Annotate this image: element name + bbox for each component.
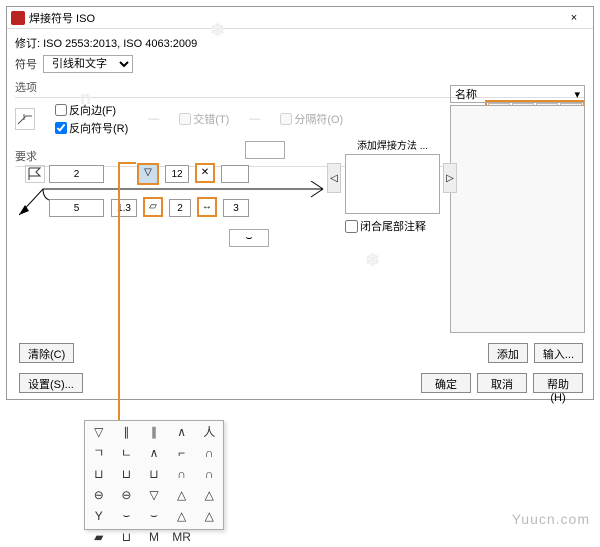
spacer-checkbox: 分隔符(O) <box>280 111 343 127</box>
palette-cell[interactable]: ⊔ <box>113 463 141 484</box>
option-preview-icon <box>15 108 35 130</box>
name-panel: 名称 ▾ <box>450 85 585 335</box>
name-list[interactable] <box>450 105 585 333</box>
weld-symbol-palette: ▽∥∥∧人ㄱㄴ∧⌐∩⊔⊔⊔∩∩⊖⊖▽△△Y⌣⌣△△▰⊔MMR <box>84 420 224 530</box>
add-button[interactable]: 添加 <box>488 343 528 363</box>
ok-button[interactable]: 确定 <box>421 373 471 393</box>
palette-cell[interactable]: MR <box>168 526 196 547</box>
bot-finish-symbol[interactable]: ↔ <box>197 197 217 217</box>
palette-cell[interactable]: ㄱ <box>85 442 113 463</box>
titlebar: 焊接符号 ISO × <box>7 7 593 29</box>
flip-edge-checkbox[interactable]: 反向边(F) <box>55 102 128 118</box>
palette-cell[interactable]: △ <box>195 484 223 505</box>
help-button[interactable]: 帮助(H) <box>533 373 583 393</box>
symbol-label: 符号 <box>15 56 43 72</box>
bot-contour-select[interactable]: ⌣ <box>229 229 269 247</box>
palette-cell[interactable]: Y <box>85 505 113 526</box>
window-title: 焊接符号 ISO <box>29 10 559 26</box>
clear-button[interactable]: 清除(C) <box>19 343 74 363</box>
bot-mid3-input[interactable] <box>223 199 249 217</box>
palette-cell[interactable]: ▽ <box>85 421 113 442</box>
palette-cell[interactable]: ▰ <box>85 526 113 547</box>
requirements-area: ▽ ✕ ▱ ↔ ⌣ 添加焊接方法 ... 闭合尾部注释 ◁ ▷ <box>15 137 445 297</box>
palette-cell[interactable]: ⌐ <box>168 442 196 463</box>
palette-cell[interactable]: ⊔ <box>113 526 141 547</box>
palette-cell[interactable]: ⊖ <box>113 484 141 505</box>
callout-connector <box>118 162 120 422</box>
palette-cell[interactable]: ⊔ <box>85 463 113 484</box>
palette-cell[interactable]: 人 <box>195 421 223 442</box>
watermark-mark: ❄ <box>210 20 225 41</box>
palette-cell[interactable]: ㄴ <box>113 442 141 463</box>
chevron-down-icon: ▾ <box>574 88 580 101</box>
settings-button[interactable]: 设置(S)... <box>19 373 83 393</box>
symbol-select[interactable]: 引线和文字 <box>43 55 133 73</box>
palette-cell[interactable]: △ <box>195 505 223 526</box>
site-watermark: Yuucn.com <box>512 511 590 527</box>
palette-cell[interactable]: ∩ <box>168 463 196 484</box>
palette-cell[interactable]: △ <box>168 505 196 526</box>
palette-cell[interactable]: ⌣ <box>140 505 168 526</box>
palette-cell[interactable]: ∩ <box>195 442 223 463</box>
name-header[interactable]: 名称 ▾ <box>450 85 585 103</box>
palette-cell[interactable]: △ <box>168 484 196 505</box>
closed-tail-checkbox[interactable]: 闭合尾部注释 <box>345 218 440 234</box>
method-next-arrow[interactable]: ▷ <box>443 163 457 193</box>
method-title: 添加焊接方法 ... <box>345 137 440 152</box>
palette-cell[interactable]: ⊖ <box>85 484 113 505</box>
palette-cell[interactable]: ∧ <box>140 442 168 463</box>
flip-symbol-checkbox[interactable]: 反向符号(R) <box>55 120 128 136</box>
palette-cell[interactable]: ∥ <box>140 421 168 442</box>
revision-label: 修订: ISO 2553:2013, ISO 4063:2009 <box>15 35 585 51</box>
palette-cell[interactable]: ∥ <box>113 421 141 442</box>
callout-connector-h <box>118 162 136 164</box>
palette-cell[interactable]: ▽ <box>140 484 168 505</box>
weld-symbol-dialog: 焊接符号 ISO × 修订: ISO 2553:2013, ISO 4063:2… <box>6 6 594 400</box>
watermark-mark: n <box>80 88 91 109</box>
top-finish-symbol[interactable]: ✕ <box>195 163 215 183</box>
bot-left-input[interactable] <box>49 199 104 217</box>
palette-cell[interactable] <box>195 526 223 547</box>
method-list[interactable] <box>345 154 440 214</box>
app-icon <box>11 11 25 25</box>
palette-cell[interactable]: ∧ <box>168 421 196 442</box>
method-prev-arrow[interactable]: ◁ <box>327 163 341 193</box>
bot-mid2-input[interactable] <box>169 199 191 217</box>
weld-method-panel: 添加焊接方法 ... 闭合尾部注释 <box>345 137 440 234</box>
palette-cell[interactable]: ⌣ <box>113 505 141 526</box>
cancel-button[interactable]: 取消 <box>477 373 527 393</box>
close-icon[interactable]: × <box>559 12 589 24</box>
bot-mid1-input[interactable] <box>111 199 137 217</box>
palette-cell[interactable]: M <box>140 526 168 547</box>
bot-weld-symbol[interactable]: ▱ <box>143 197 163 217</box>
palette-cell[interactable]: ⊔ <box>140 463 168 484</box>
top-contour-select[interactable] <box>245 141 285 159</box>
import-button[interactable]: 输入... <box>534 343 583 363</box>
palette-cell[interactable]: ∩ <box>195 463 223 484</box>
stagger-checkbox: 交错(T) <box>179 111 229 127</box>
watermark-mark: ❄ <box>365 250 380 271</box>
